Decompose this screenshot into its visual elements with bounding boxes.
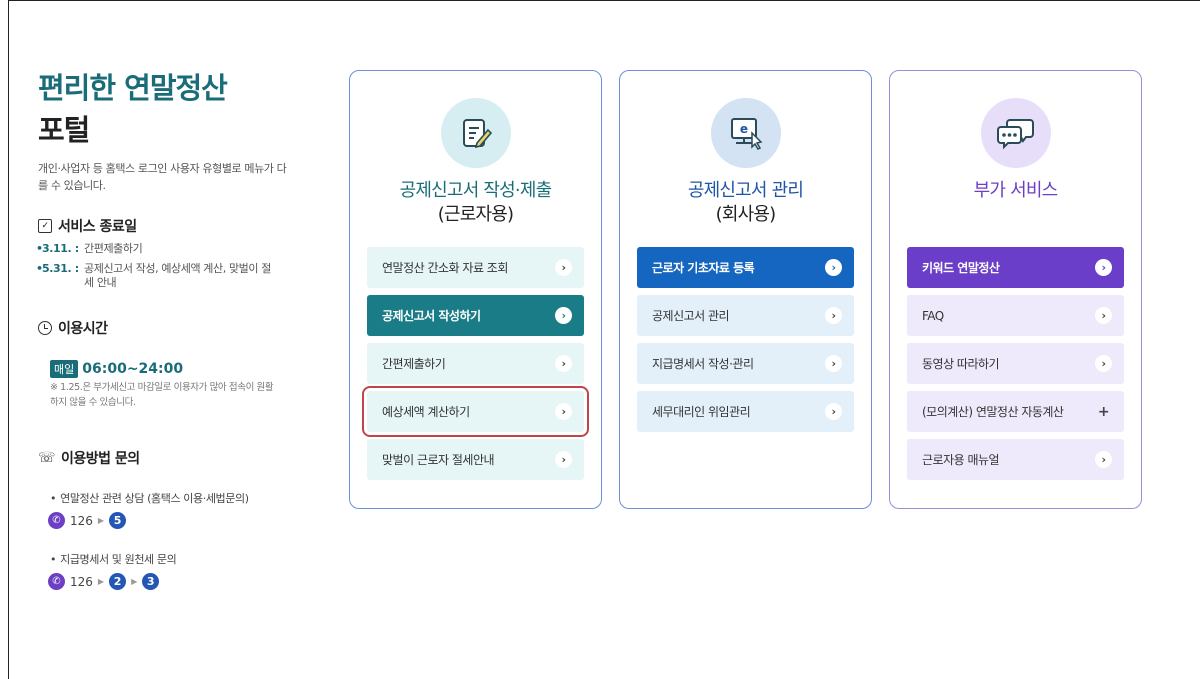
call-icon: ✆ — [48, 573, 65, 590]
daily-badge: 매일 — [50, 360, 79, 378]
call-number: 126 — [70, 513, 93, 528]
inquiry-item: • 연말정산 관련 상담 (홈택스 이용·세법문의) — [50, 492, 249, 505]
menu-employee-basic-data[interactable]: 근로자 기초자료 등록 › — [637, 247, 854, 288]
call-number: 126 — [70, 574, 93, 589]
inquiry-title: 이용방법 문의 — [61, 451, 140, 467]
e-computer-icon: e — [711, 98, 781, 168]
menu-write-deduction-form[interactable]: 공제신고서 작성하기 › — [367, 295, 584, 336]
phone-icon: ☏ — [38, 450, 56, 466]
arrow-right-icon: ▶ — [97, 577, 105, 586]
card-menu: 키워드 연말정산 › FAQ › 동영상 따라하기 › (모의계산) 연말정산 자동계… — [907, 247, 1124, 487]
chevron-right-icon: › — [555, 307, 572, 324]
service-end-item: 3.11. : 간편제출하기 — [36, 242, 328, 256]
service-end-heading: ✓ 서비스 종료일 — [38, 216, 328, 236]
chevron-right-icon: › — [825, 355, 842, 372]
menu-keyword-yearend[interactable]: 키워드 연말정산 › — [907, 247, 1124, 288]
card-menu: 연말정산 간소화 자료 조회 › 공제신고서 작성하기 › 간편제출하기 › 예상세액… — [362, 247, 589, 487]
menu-dual-income-guide[interactable]: 맞벌이 근로자 절세안내 › — [367, 439, 584, 480]
service-end-date: 3.11. : — [36, 242, 84, 256]
card-title: 부가 서비스 — [973, 180, 1059, 201]
menu-payment-statement[interactable]: 지급명세서 작성·관리 › — [637, 343, 854, 384]
page-description: 개인·사업자 등 홈택스 로그인 사용자 유형별로 메뉴가 다를 수 있습니다. — [38, 162, 287, 192]
inquiry-text: 지급명세서 및 원천세 문의 — [60, 553, 177, 566]
card-extra-services: 부가 서비스 키워드 연말정산 › FAQ › 동영상 따라하기 › (모의계산) 연… — [889, 70, 1142, 509]
menu-employee-manual[interactable]: 근로자용 매뉴얼 › — [907, 439, 1124, 480]
menu-faq[interactable]: FAQ › — [907, 295, 1124, 336]
usage-time-row: 매일 06:00~24:00 — [50, 360, 328, 378]
service-end-title: 서비스 종료일 — [58, 219, 137, 235]
service-end-item: 5.31. : 공제신고서 작성, 예상세액 계산, 맞벌이 절세 안내 — [36, 262, 328, 290]
menu-deduction-form-management[interactable]: 공제신고서 관리 › — [637, 295, 854, 336]
menu-video-guide[interactable]: 동영상 따라하기 › — [907, 343, 1124, 384]
call-icon: ✆ — [48, 512, 65, 529]
service-end-date: 5.31. : — [36, 262, 84, 290]
inquiry-item: • 지급명세서 및 원천세 문의 — [50, 553, 177, 566]
svg-text:e: e — [740, 122, 748, 136]
page-title-line2: 포털 — [38, 113, 90, 147]
document-edit-icon — [441, 98, 511, 168]
card-title: 공제신고서 작성·제출 (근로자용) — [399, 180, 552, 225]
service-end-text: 간편제출하기 — [84, 242, 143, 255]
plus-icon: + — [1097, 403, 1110, 420]
usage-time-heading: 이용시간 — [38, 318, 328, 338]
card-menu: 근로자 기초자료 등록 › 공제신고서 관리 › 지급명세서 작성·관리 › 세무대리… — [637, 247, 854, 439]
menu-estimated-tax-calc[interactable]: 예상세액 계산하기 › — [362, 386, 589, 437]
card-company-management: e 공제신고서 관리 (회사용) 근로자 기초자료 등록 › 공제신고서 관리 › … — [619, 70, 872, 509]
usage-time-note: ※ 1.25.은 부가세신고 마감일로 이용자가 많아 접속이 원활하지 않을 … — [50, 382, 274, 408]
menu-step: 2 — [109, 573, 127, 590]
chevron-right-icon: › — [555, 355, 572, 372]
usage-time-title: 이용시간 — [58, 321, 108, 337]
menu-simplified-data-lookup[interactable]: 연말정산 간소화 자료 조회 › — [367, 247, 584, 288]
left-panel: 편리한 연말정산 포털 개인·사업자 등 홈택스 로그인 사용자 유형별로 메뉴… — [36, 70, 328, 590]
chevron-right-icon: › — [1095, 451, 1112, 468]
menu-mock-calculation[interactable]: (모의계산) 연말정산 자동계산 + — [907, 391, 1124, 432]
clock-icon — [38, 321, 52, 335]
call-route: ✆ 126 ▶ 2 ▶ 3 — [48, 573, 328, 590]
chevron-right-icon: › — [1095, 259, 1112, 276]
chevron-right-icon: › — [825, 403, 842, 420]
menu-step: 5 — [109, 512, 127, 529]
chevron-right-icon: › — [1095, 355, 1112, 372]
card-title: 공제신고서 관리 (회사용) — [687, 180, 804, 225]
menu-tax-agent-delegation[interactable]: 세무대리인 위임관리 › — [637, 391, 854, 432]
menu-step: 3 — [142, 573, 160, 590]
arrow-right-icon: ▶ — [131, 577, 138, 586]
card-employee-deduction: 공제신고서 작성·제출 (근로자용) 연말정산 간소화 자료 조회 › 공제신고서… — [349, 70, 602, 509]
check-calendar-icon: ✓ — [38, 219, 52, 233]
chevron-right-icon: › — [1095, 307, 1112, 324]
menu-simple-submit[interactable]: 간편제출하기 › — [367, 343, 584, 384]
chevron-right-icon: › — [825, 307, 842, 324]
chat-bubbles-icon — [981, 98, 1051, 168]
service-end-text: 공제신고서 작성, 예상세액 계산, 맞벌이 절세 안내 — [84, 262, 271, 289]
arrow-right-icon: ▶ — [97, 516, 105, 525]
chevron-right-icon: › — [555, 259, 572, 276]
inquiry-heading: ☏ 이용방법 문의 — [38, 448, 328, 468]
chevron-right-icon: › — [555, 451, 572, 468]
inquiry-text: 연말정산 관련 상담 (홈택스 이용·세법문의) — [60, 492, 249, 505]
call-route: ✆ 126 ▶ 5 — [48, 512, 328, 529]
usage-time-value: 06:00~24:00 — [82, 361, 184, 377]
chevron-right-icon: › — [555, 403, 572, 420]
page-title: 편리한 연말정산 — [38, 71, 228, 105]
chevron-right-icon: › — [825, 259, 842, 276]
